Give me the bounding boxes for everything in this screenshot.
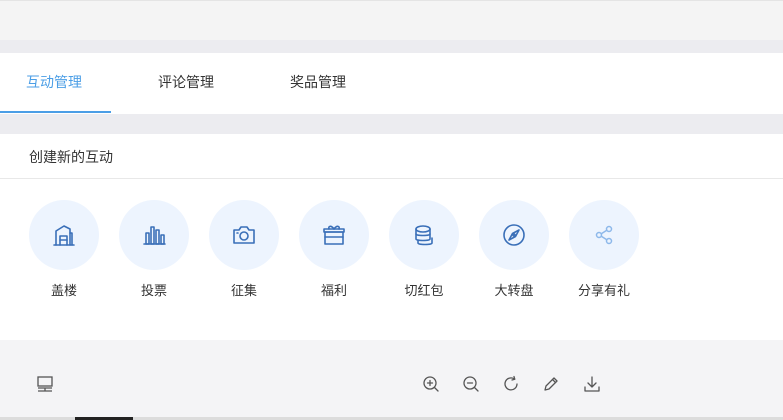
action-red-packet[interactable]: 切红包 <box>389 200 459 301</box>
action-welfare[interactable]: 福利 <box>299 200 369 301</box>
layout-icon <box>37 376 53 392</box>
bar-chart-icon <box>143 226 166 245</box>
compass-icon <box>503 224 525 246</box>
action-label: 盖楼 <box>50 284 77 299</box>
building-icon <box>53 225 75 246</box>
download-icon <box>584 376 600 392</box>
top-strip <box>0 0 783 40</box>
zoom-in-icon <box>423 376 439 392</box>
action-label: 征集 <box>230 284 257 299</box>
create-interaction-card: 创建新的互动 盖楼 投票 征集 福利 切红包 大转盘 分享有礼 <box>0 134 783 340</box>
gift-icon <box>323 225 345 245</box>
action-icon-circle <box>299 200 369 270</box>
zoom-out-icon <box>463 376 479 392</box>
action-share-gift[interactable]: 分享有礼 <box>569 200 639 301</box>
action-icon-circle <box>569 200 639 270</box>
action-icon-circle <box>29 200 99 270</box>
rotate-button[interactable] <box>501 374 521 394</box>
camera-icon <box>233 226 255 244</box>
action-icon-circle <box>479 200 549 270</box>
separator-band <box>0 40 783 53</box>
section-title: 创建新的互动 <box>29 150 113 166</box>
separator-band <box>0 114 783 134</box>
active-tab-indicator <box>0 111 111 113</box>
tab-prizes[interactable]: 奖品管理 <box>290 53 346 114</box>
coin-stack-icon <box>415 225 433 246</box>
viewer-toolbar <box>0 340 783 420</box>
action-icon-circle <box>119 200 189 270</box>
download-button[interactable] <box>582 374 602 394</box>
edit-icon <box>544 377 558 391</box>
share-icon <box>595 225 613 245</box>
action-collect[interactable]: 征集 <box>209 200 279 301</box>
zoom-in-button[interactable] <box>421 374 441 394</box>
action-label: 大转盘 <box>494 284 534 299</box>
page: 互动管理 评论管理 奖品管理 创建新的互动 盖楼 投票 征集 福利 切红包 大转… <box>0 0 783 420</box>
action-icon-circle <box>209 200 279 270</box>
tab-bar: 互动管理 评论管理 奖品管理 <box>0 53 783 114</box>
action-icon-circle <box>389 200 459 270</box>
action-build-floor[interactable]: 盖楼 <box>29 200 99 301</box>
action-label: 投票 <box>140 284 167 299</box>
action-label: 切红包 <box>404 284 444 299</box>
divider <box>0 178 783 179</box>
edit-button[interactable] <box>541 374 561 394</box>
action-label: 福利 <box>320 284 347 299</box>
zoom-out-button[interactable] <box>461 374 481 394</box>
tab-comments[interactable]: 评论管理 <box>158 53 214 114</box>
action-vote[interactable]: 投票 <box>119 200 189 301</box>
action-wheel[interactable]: 大转盘 <box>479 200 549 301</box>
action-label: 分享有礼 <box>577 284 630 299</box>
rotate-icon <box>504 375 518 391</box>
layout-button[interactable] <box>35 374 55 394</box>
tab-interaction[interactable]: 互动管理 <box>26 53 82 114</box>
